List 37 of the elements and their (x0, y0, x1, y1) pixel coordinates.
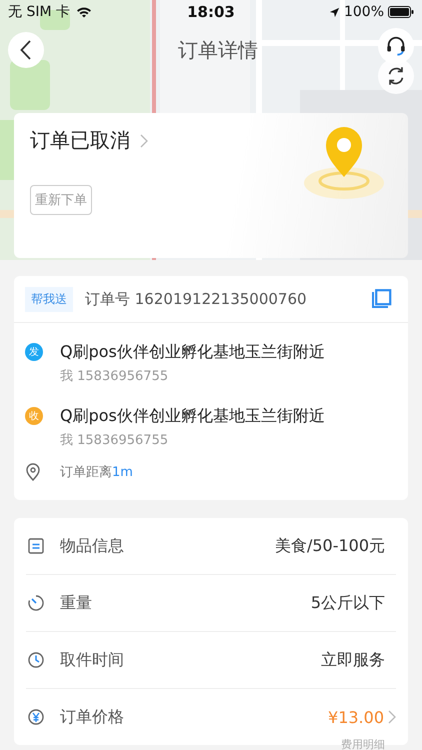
back-icon (20, 40, 32, 60)
service-tag: 帮我送 (25, 286, 73, 312)
address-text: Q刷pos伙伴创业孵化基地玉兰街附近 (60, 405, 325, 427)
location-arrow-icon (328, 6, 340, 18)
distance-text: 订单距离1m (60, 464, 133, 481)
clock-icon (26, 650, 46, 670)
detail-value: 美食/50-100元 (274, 536, 385, 556)
stop-badge: 发 (25, 343, 43, 361)
fee-details-link[interactable]: 费用明细 (341, 737, 385, 750)
order-number: 订单号 162019122135000760 (85, 290, 308, 308)
stop-badge: 收 (25, 407, 43, 425)
list-icon (26, 536, 46, 556)
chevron-right-icon (388, 710, 396, 724)
contact-text: 我 15836956755 (60, 432, 170, 449)
order-status-link[interactable]: 订单已取消 (30, 127, 148, 154)
detail-label: 订单价格 (60, 706, 125, 728)
detail-label: 重量 (60, 592, 93, 614)
location-pin-icon (25, 463, 41, 481)
copy-icon[interactable] (370, 288, 392, 310)
page-title: 订单详情 (178, 36, 258, 64)
contact-text: 我 15836956755 (60, 368, 170, 385)
headset-icon (385, 35, 407, 57)
yen-icon (26, 707, 46, 727)
battery-icon (388, 6, 414, 18)
detail-label: 物品信息 (60, 536, 125, 556)
price-link[interactable]: ¥13.00 (328, 708, 396, 726)
detail-label: 取件时间 (60, 650, 125, 670)
address-text: Q刷pos伙伴创业孵化基地玉兰街附近 (60, 341, 325, 363)
gauge-icon (26, 593, 46, 613)
chevron-right-icon (140, 134, 148, 148)
clock-time: 18:03 (187, 3, 235, 21)
wifi-icon (76, 6, 92, 18)
detail-value: 5公斤以下 (310, 592, 385, 614)
reorder-button[interactable]: 重新下单 (30, 185, 92, 215)
battery-percent: 100% (344, 4, 384, 20)
carrier-label: 无 SIM 卡 (8, 3, 70, 21)
detail-value: 立即服务 (321, 650, 385, 670)
